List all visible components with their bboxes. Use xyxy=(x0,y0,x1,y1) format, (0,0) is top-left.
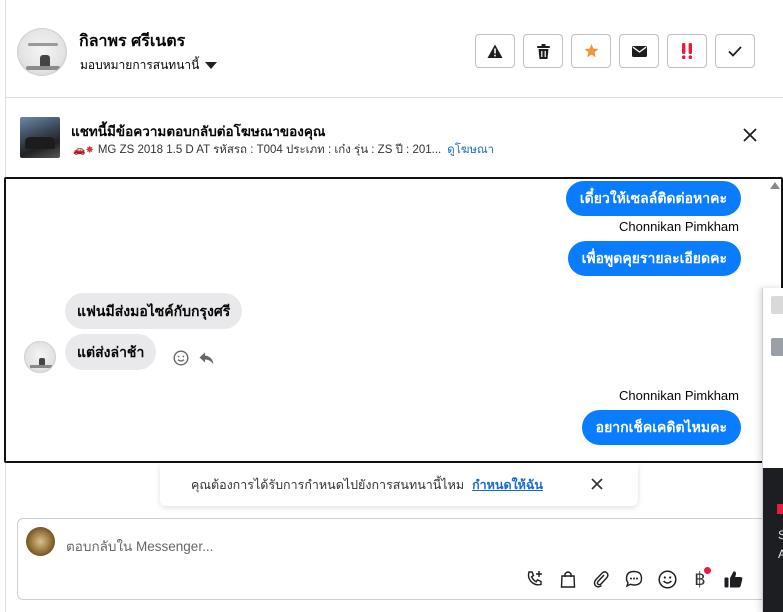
message-incoming[interactable]: แฟนมีส่งมอไซค์กับกรุงศรี xyxy=(65,293,243,329)
customer-name[interactable]: กิลาพร ศรีเนตร xyxy=(79,29,185,54)
car-image xyxy=(25,137,55,149)
flag-icon xyxy=(777,504,783,514)
ad-reply-banner: แชทนี้มีข้อความตอบกลับต่อโฆษณาของคุณ 🚗✸ … xyxy=(6,99,783,176)
star-button[interactable] xyxy=(571,34,611,68)
side-chat-panel[interactable]: S A xyxy=(762,288,783,612)
double-exclamation-icon xyxy=(681,43,693,59)
message-outgoing[interactable]: เดี๋ยวให้เซลล์ติดต่อหาคะ xyxy=(565,181,741,216)
message-sender-name: Chonnikan Pimkham xyxy=(619,219,739,234)
car-spark-emoji-icon: 🚗✸ xyxy=(73,144,94,156)
paperclip-icon[interactable] xyxy=(589,567,613,591)
close-icon[interactable] xyxy=(590,477,604,491)
assign-suggestion-banner: คุณต้องการได้รับการกำหนดไปยังการสนทนานี้… xyxy=(160,463,638,506)
star-icon xyxy=(584,44,598,58)
side-dark-popup: S A xyxy=(763,468,783,612)
ad-details-row: 🚗✸ MG ZS 2018 1.5 D AT รหัสรถ : T004 ประ… xyxy=(73,141,494,159)
react-emoji-icon[interactable] xyxy=(173,350,189,366)
view-ad-link[interactable]: ดูโฆษณา xyxy=(447,141,494,159)
message-sender-name: Chonnikan Pimkham xyxy=(619,388,739,403)
saved-reply-icon[interactable] xyxy=(622,567,646,591)
conversation-header: กิลาพร ศรีเนตร มอบหมายการสนทนานี้ xyxy=(6,0,783,98)
conversation-toolbar xyxy=(475,34,755,68)
side-thumbnail xyxy=(771,296,783,314)
call-add-icon[interactable] xyxy=(523,567,547,591)
assign-label: มอบหมายการสนทนานี้ xyxy=(80,58,200,72)
customer-avatar[interactable] xyxy=(17,28,67,76)
delete-button[interactable] xyxy=(523,34,563,68)
ad-details: MG ZS 2018 1.5 D AT รหัสรถ : T004 ประเภท… xyxy=(97,144,442,156)
scroll-up-arrow-icon[interactable] xyxy=(770,182,780,189)
thumbs-up-icon[interactable] xyxy=(721,567,745,591)
avatar-ground xyxy=(30,365,52,368)
avatar-script-mark xyxy=(28,43,58,46)
message-actions xyxy=(173,350,214,366)
follow-up-button[interactable] xyxy=(667,34,707,68)
message-outgoing[interactable]: อยากเช็คเคดิตไหมคะ xyxy=(581,410,741,445)
reply-input[interactable]: ตอบกลับใน Messenger... xyxy=(66,535,213,557)
assign-suggestion-text: คุณต้องการได้รับการกำหนดไปยังการสนทนานี้… xyxy=(191,477,465,492)
baht-payment-icon[interactable]: ฿ xyxy=(688,567,712,591)
report-spam-button[interactable] xyxy=(475,34,515,68)
assign-conversation-dropdown[interactable]: มอบหมายการสนทนานี้ xyxy=(80,56,218,75)
notification-dot xyxy=(704,567,711,574)
mark-unread-button[interactable] xyxy=(619,34,659,68)
mark-done-button[interactable] xyxy=(715,34,755,68)
warning-icon xyxy=(487,44,503,58)
side-thumbnail xyxy=(771,338,783,356)
message-incoming[interactable]: แต่ส่งล่าช้า xyxy=(65,334,157,370)
customer-avatar-small[interactable] xyxy=(24,341,56,373)
shopping-bag-icon[interactable] xyxy=(556,567,580,591)
page-avatar xyxy=(26,527,55,556)
checkmark-icon xyxy=(728,45,742,57)
emoji-icon[interactable] xyxy=(655,567,679,591)
message-outgoing[interactable]: เพื่อพูดคุยรายละเอียดคะ xyxy=(567,241,741,276)
side-text-line1: S xyxy=(778,528,783,542)
composer-toolbar: ฿ xyxy=(523,567,745,591)
inbox-conversation-view: กิลาพร ศรีเนตร มอบหมายการสนทนานี้ แชทนี้… xyxy=(0,0,783,612)
caret-down-icon xyxy=(205,62,218,69)
ad-banner-title: แชทนี้มีข้อความตอบกลับต่อโฆษณาของคุณ xyxy=(71,124,326,139)
mail-icon xyxy=(631,45,647,57)
assign-to-me-link[interactable]: กำหนดให้ฉัน xyxy=(472,475,543,495)
ad-thumbnail[interactable] xyxy=(20,117,60,158)
reply-icon[interactable] xyxy=(199,352,214,365)
reply-composer: ตอบกลับใน Messenger... ฿ xyxy=(17,518,783,600)
avatar-ground xyxy=(26,66,60,70)
side-text-line2: A xyxy=(778,547,783,561)
close-icon[interactable] xyxy=(742,127,758,143)
message-thread[interactable]: เดี๋ยวให้เซลล์ติดต่อหาคะ Chonnikan Pimkh… xyxy=(4,177,783,463)
trash-icon xyxy=(536,43,550,59)
